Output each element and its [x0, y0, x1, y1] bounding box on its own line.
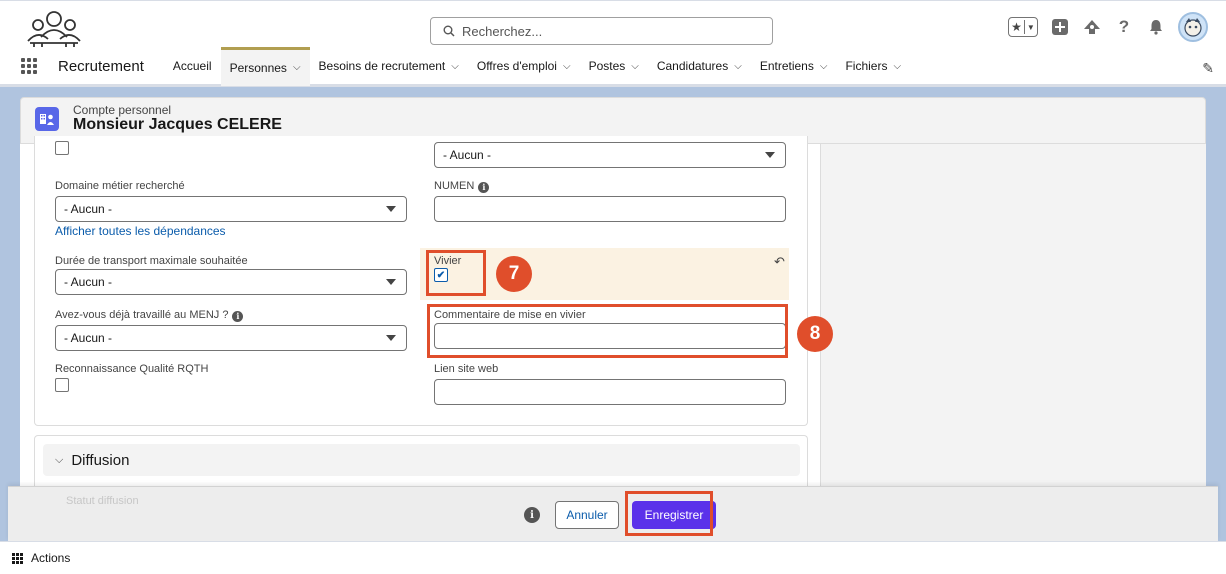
waffle-grid-icon	[12, 552, 23, 564]
diffusion-section-toggle[interactable]: ⌵ Diffusion	[43, 444, 800, 476]
header-utility-icons: ★ ▼ ?	[1008, 11, 1208, 43]
record-edit-footer: Statut diffusion i Annuler Enregistrer	[8, 486, 1218, 541]
dropdown-caret-icon	[386, 206, 396, 212]
info-icon[interactable]: i	[232, 310, 244, 322]
rqth-checkbox[interactable]	[55, 378, 69, 392]
chevron-down-icon: ⌵	[55, 453, 64, 466]
diffusion-section-title: Diffusion	[71, 451, 130, 469]
global-search[interactable]: Recherchez...	[430, 17, 773, 45]
chevron-down-icon[interactable]: ⌵	[820, 61, 828, 72]
callout-box-save	[625, 491, 713, 536]
numen-label: NUMEN i	[434, 180, 490, 193]
waffle-grid-icon	[21, 58, 37, 74]
tab-besoins-de-recrutement[interactable]: Besoins de recrutement ⌵	[310, 47, 468, 86]
step-7-badge: 7	[496, 256, 532, 292]
search-placeholder: Recherchez...	[462, 23, 543, 39]
tab-offres-d-emploi[interactable]: Offres d'emploi ⌵	[468, 47, 580, 86]
dropdown-caret-icon	[765, 152, 775, 158]
lien-site-web-input[interactable]	[434, 379, 786, 405]
app-launcher-button[interactable]	[0, 47, 58, 86]
top-checkbox[interactable]	[55, 141, 69, 155]
step-8-badge: 8	[797, 316, 833, 352]
numen-input[interactable]	[434, 196, 786, 222]
top-select[interactable]: - Aucun -	[434, 142, 786, 168]
chevron-down-icon[interactable]: ⌵	[734, 61, 742, 72]
statut-diffusion-label: Statut diffusion	[66, 495, 139, 507]
callout-box-commentaire	[427, 304, 788, 358]
record-type-label: Compte personnel	[73, 103, 172, 117]
chevron-down-icon: ▼	[1026, 22, 1035, 32]
chevron-down-icon[interactable]: ⌵	[563, 61, 571, 72]
app-name: Recrutement	[58, 57, 144, 75]
info-icon[interactable]: i	[478, 181, 490, 193]
callout-box-vivier	[426, 250, 486, 296]
person-account-icon	[35, 107, 59, 131]
help-icon[interactable]: ?	[1114, 17, 1134, 37]
diffusion-section: ⌵ Diffusion	[34, 435, 808, 486]
edit-nav-pencil-icon[interactable]: ✎	[1202, 60, 1214, 77]
menj-label: Avez-vous déjà travaillé au MENJ ? i	[55, 309, 244, 322]
search-icon	[443, 25, 455, 37]
chevron-down-icon[interactable]: ⌵	[451, 61, 459, 72]
domaine-select[interactable]: - Aucun -	[55, 196, 407, 222]
tab-postes[interactable]: Postes ⌵	[580, 47, 648, 86]
duree-label: Durée de transport maximale souhaitée	[55, 255, 248, 267]
tab-personnes[interactable]: Personnes ⌵	[220, 46, 310, 86]
lien-site-web-label: Lien site web	[434, 363, 499, 375]
rqth-label: Reconnaissance Qualité RQTH	[55, 363, 209, 375]
global-header: Recherchez... ★ ▼ ?	[0, 0, 1226, 48]
chevron-down-icon[interactable]: ⌵	[893, 61, 901, 72]
add-icon[interactable]	[1050, 17, 1070, 37]
app-navigation-bar: Recrutement Accueil Personnes ⌵ Besoins …	[0, 46, 1226, 87]
dropdown-caret-icon	[386, 279, 396, 285]
info-icon[interactable]: i	[524, 507, 540, 523]
duree-select[interactable]: - Aucun -	[55, 269, 407, 295]
menj-select[interactable]: - Aucun -	[55, 325, 407, 351]
undo-icon[interactable]: ↶	[774, 254, 785, 270]
favorites-star-icon: ★	[1011, 20, 1022, 34]
dropdown-caret-icon	[386, 335, 396, 341]
chevron-down-icon[interactable]: ⌵	[631, 61, 639, 72]
domaine-label: Domaine métier recherché	[55, 180, 185, 192]
actions-label: Actions	[31, 551, 71, 565]
cancel-button[interactable]: Annuler	[555, 501, 619, 529]
organization-logo-icon[interactable]	[22, 7, 86, 47]
notifications-bell-icon[interactable]	[1146, 17, 1166, 37]
user-avatar[interactable]	[1178, 12, 1208, 42]
dependances-link[interactable]: Afficher toutes les dépendances	[55, 224, 226, 238]
utility-actions-bar[interactable]: Actions	[0, 541, 1226, 574]
tab-fichiers[interactable]: Fichiers ⌵	[836, 47, 910, 86]
chevron-down-icon[interactable]: ⌵	[293, 62, 301, 73]
right-side-panel	[820, 144, 1206, 486]
tab-candidatures[interactable]: Candidatures ⌵	[648, 47, 751, 86]
record-title: Monsieur Jacques CELERE	[73, 116, 282, 133]
tab-accueil[interactable]: Accueil	[164, 47, 221, 86]
favorites-button[interactable]: ★ ▼	[1008, 17, 1038, 37]
trailhead-icon[interactable]	[1082, 17, 1102, 37]
tab-entretiens[interactable]: Entretiens ⌵	[751, 47, 837, 86]
